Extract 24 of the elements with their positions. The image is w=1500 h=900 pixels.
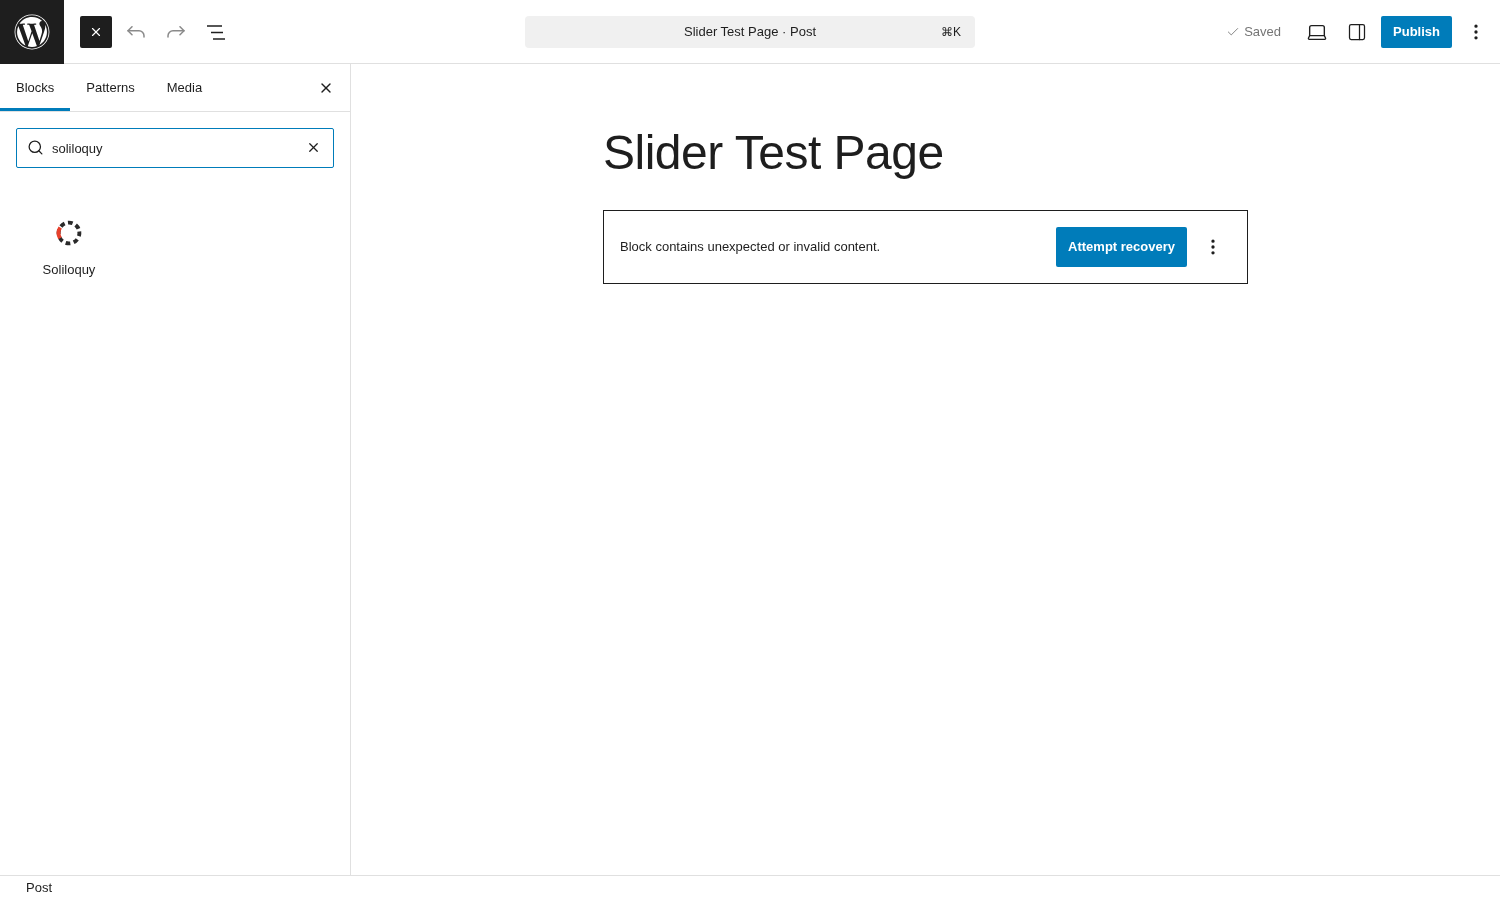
warning-message: Block contains unexpected or invalid content. (620, 237, 882, 256)
command-bar[interactable]: Slider Test Page · Post ⌘K (525, 16, 975, 48)
page-title[interactable]: Slider Test Page (603, 124, 1248, 182)
sidebar-toggle-icon[interactable] (1347, 22, 1368, 42)
document-title: Slider Test Page · Post (684, 23, 816, 42)
attempt-recovery-button[interactable]: Attempt recovery (1056, 226, 1187, 267)
block-result[interactable]: Soliloquy (16, 210, 122, 290)
inserter-tab[interactable]: Media (150, 64, 219, 111)
search-icon (27, 139, 44, 156)
inserter-tab[interactable]: Patterns (70, 64, 151, 111)
search-field[interactable]: soliloquy (16, 128, 334, 168)
logo-icon (14, 14, 50, 50)
close-inserter-button[interactable] (80, 16, 112, 48)
ring-icon (56, 220, 82, 246)
saved-status: Saved (1244, 23, 1282, 42)
logo-tile[interactable] (0, 0, 64, 64)
list-view-icon[interactable] (207, 24, 225, 40)
breadcrumb-link[interactable]: Post (26, 878, 52, 898)
close-icon (89, 25, 103, 39)
inserter-tab[interactable]: Blocks (0, 64, 71, 111)
check-icon (1226, 25, 1241, 39)
clear-icon[interactable] (306, 140, 321, 155)
publish-button[interactable]: Publish (1381, 16, 1452, 48)
shortcut-hint: ⌘K (941, 24, 961, 41)
